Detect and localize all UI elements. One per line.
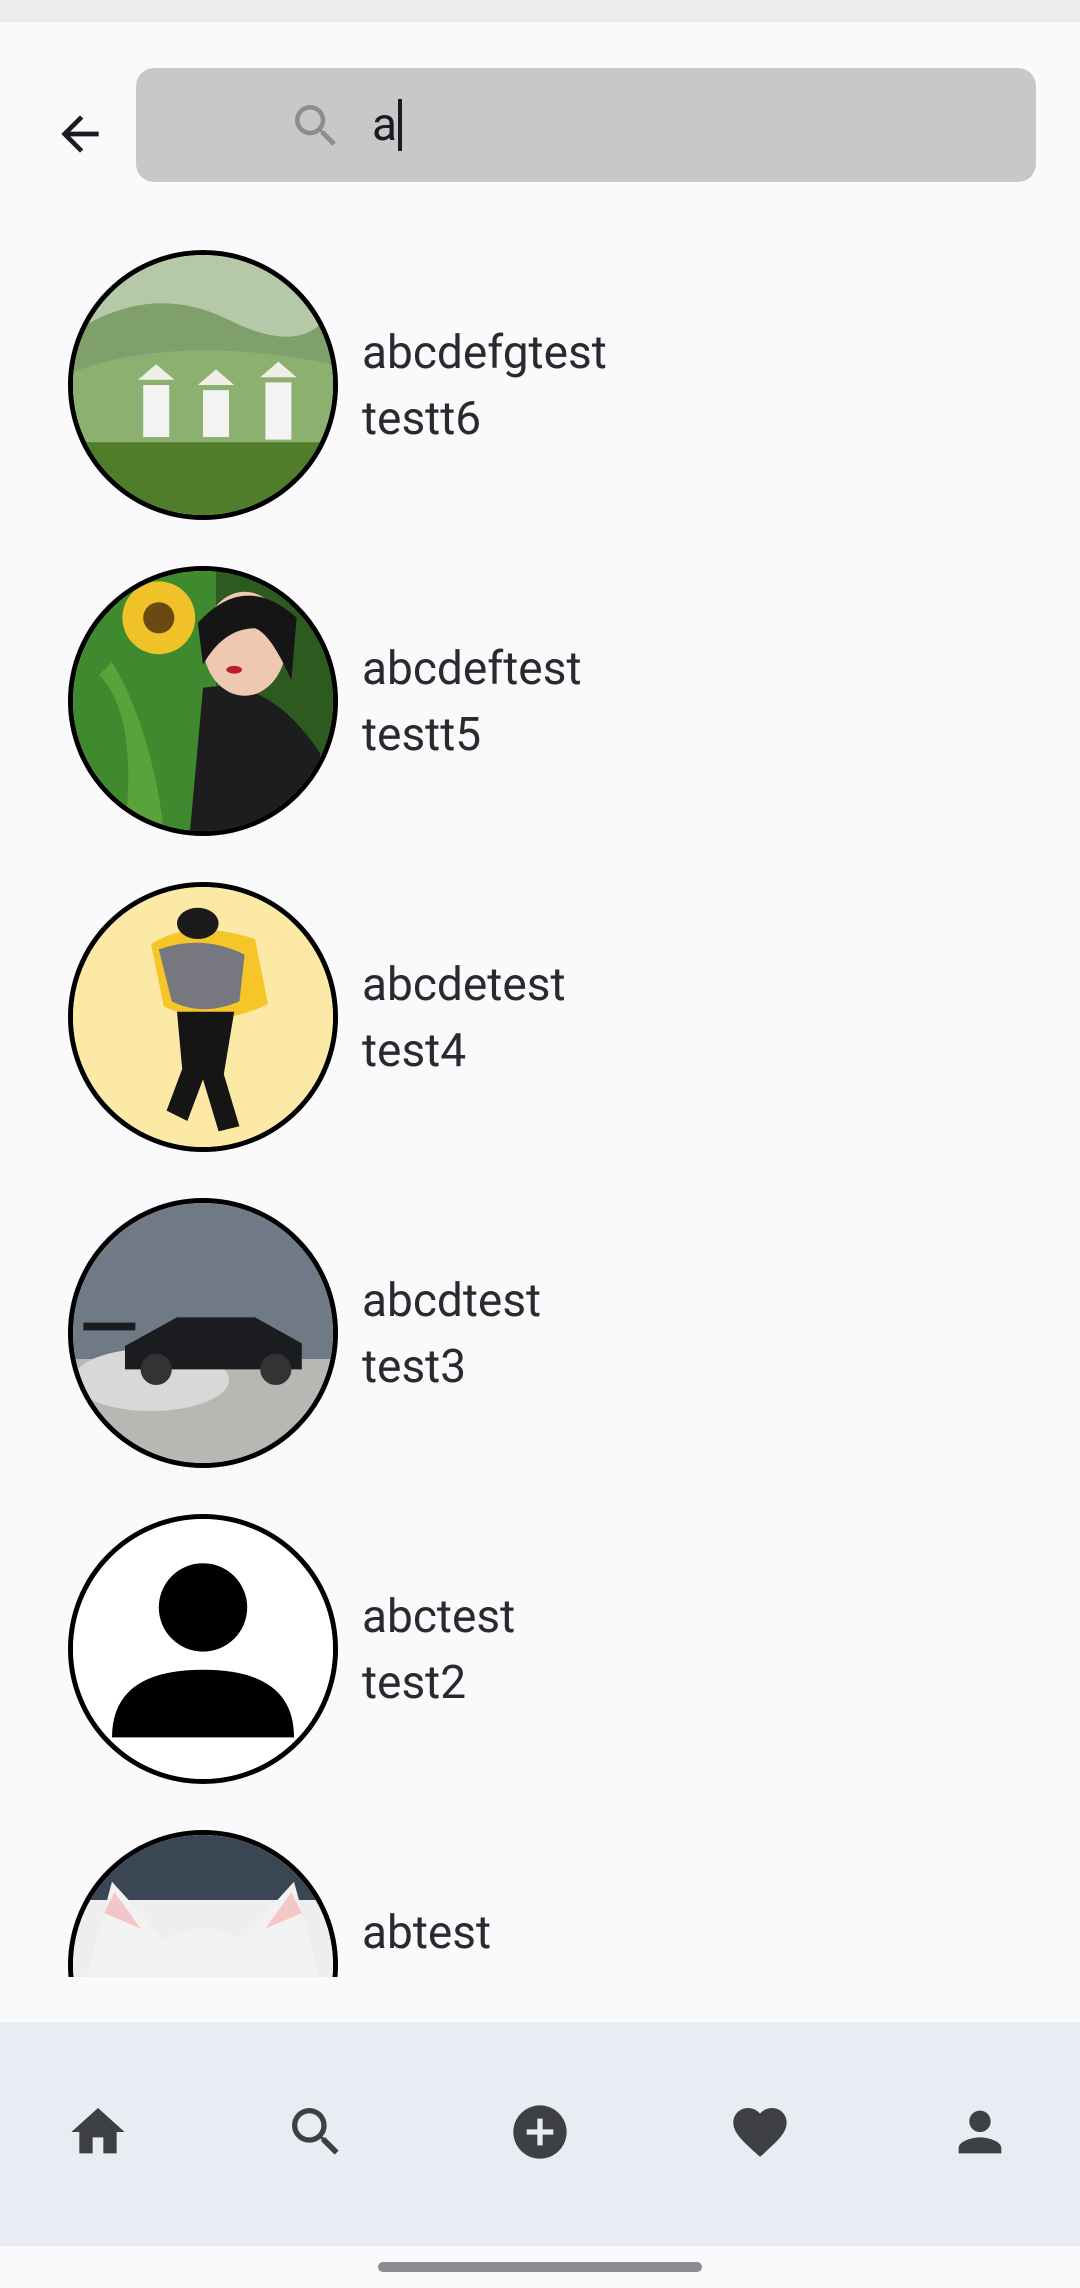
nav-add-post[interactable]: [492, 2084, 588, 2180]
avatar: [68, 1830, 338, 1977]
avatar: [68, 882, 338, 1152]
result-username: abcdefgtest: [362, 326, 607, 380]
search-query[interactable]: a: [372, 92, 403, 158]
user-result-row[interactable]: abcdtest test3: [0, 1170, 1080, 1486]
user-result-row[interactable]: abtest: [0, 1802, 1080, 1977]
gesture-handle[interactable]: [378, 2262, 702, 2272]
result-display-name: test3: [362, 1340, 467, 1394]
default-person-icon: [68, 1514, 338, 1784]
result-username: abcdeftest: [362, 642, 582, 696]
back-button[interactable]: [40, 94, 120, 174]
user-result-row[interactable]: abcdetest test4: [0, 854, 1080, 1170]
search-header: a: [0, 22, 1080, 222]
nav-profile[interactable]: [932, 2084, 1028, 2180]
home-icon: [71, 2108, 125, 2154]
avatar: [68, 566, 338, 836]
result-display-name: testt6: [362, 392, 482, 446]
text-caret: [398, 98, 403, 151]
result-display-name: testt5: [362, 708, 482, 762]
arrow-back-icon: [61, 115, 99, 153]
result-username: abctest: [362, 1590, 516, 1644]
nav-favorites[interactable]: [712, 2084, 808, 2180]
result-username: abcdtest: [362, 1274, 542, 1328]
avatar: [68, 1198, 338, 1468]
user-result-row[interactable]: abctest test2: [0, 1486, 1080, 1802]
search-results-list[interactable]: abcdefgtest testt6 abcdeftest testt5 abc…: [0, 222, 1080, 1977]
result-username: abcdetest: [362, 958, 566, 1012]
status-bar: [0, 0, 1080, 22]
result-username: abtest: [362, 1906, 492, 1960]
search-icon: [292, 2108, 339, 2155]
search-icon: [288, 98, 344, 154]
result-display-name: test4: [362, 1024, 467, 1078]
user-result-row[interactable]: abcdefgtest testt6: [0, 222, 1080, 538]
person-icon: [958, 2110, 1002, 2154]
nav-home[interactable]: [50, 2084, 146, 2180]
nav-search[interactable]: [268, 2084, 364, 2180]
heart-icon: [733, 2108, 787, 2157]
result-display-name: test2: [362, 1656, 467, 1710]
user-result-row[interactable]: abcdeftest testt5: [0, 538, 1080, 854]
add-circle-icon: [513, 2105, 567, 2159]
bottom-navigation: [0, 2022, 1080, 2246]
avatar: [68, 250, 338, 520]
search-query-text: a: [372, 98, 398, 152]
search-input[interactable]: a: [136, 68, 1036, 182]
